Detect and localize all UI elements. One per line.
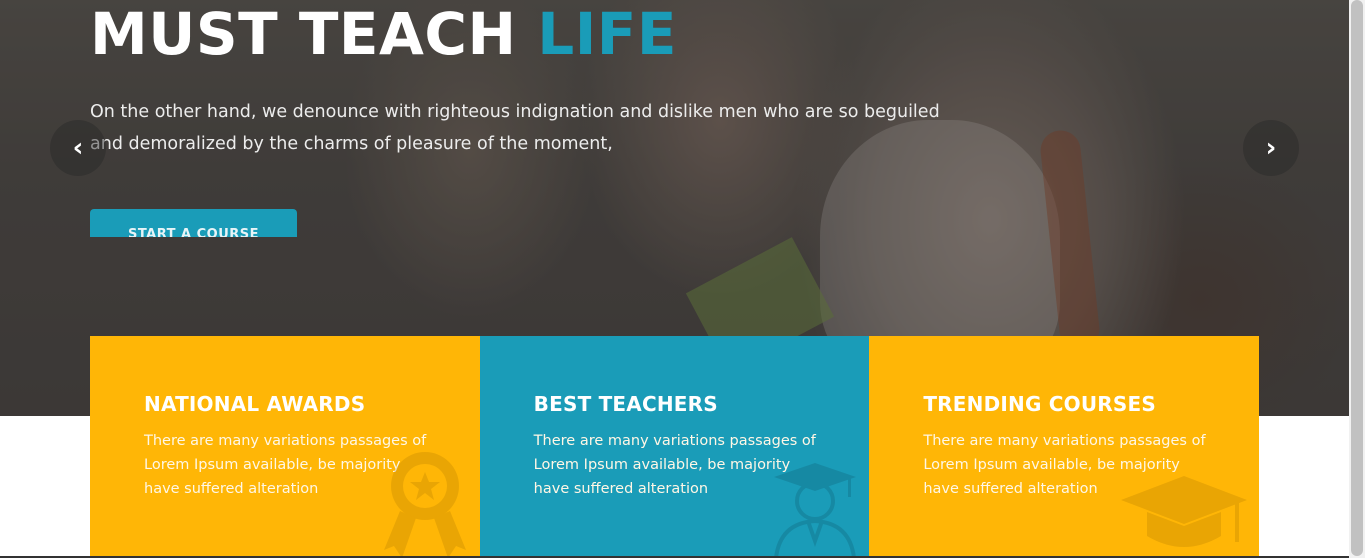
graduation-cap-icon (1121, 476, 1248, 547)
hero-title-main: MUST TEACH (90, 0, 517, 68)
feature-cards: NATIONAL AWARDS There are many variation… (90, 336, 1260, 558)
scrollbar-thumb[interactable] (1351, 0, 1363, 556)
feature-title: NATIONAL AWARDS (144, 392, 366, 416)
start-course-button[interactable]: START A COURSE (90, 209, 297, 237)
feature-title: TRENDING COURSES (923, 392, 1156, 416)
chevron-left-icon: ‹ (72, 133, 84, 163)
slider-next-button[interactable]: › (1243, 120, 1299, 176)
teacher-icon (773, 463, 856, 558)
feature-card-best-teachers: BEST TEACHERS There are many variations … (479, 336, 870, 558)
slider-prev-button[interactable]: ‹ (50, 120, 106, 176)
chevron-right-icon: › (1265, 133, 1277, 163)
hero-title-accent: LIFE (537, 0, 678, 68)
hero-subtitle: On the other hand, we denounce with righ… (90, 102, 940, 154)
feature-title: BEST TEACHERS (533, 392, 718, 416)
hero-title: MUST TEACH LIFE (90, 0, 677, 68)
start-course-label: START A COURSE (127, 227, 260, 237)
feature-card-trending-courses: TRENDING COURSES There are many variatio… (869, 336, 1260, 558)
feature-card-national-awards: NATIONAL AWARDS There are many variation… (90, 336, 480, 558)
award-icon (384, 452, 466, 558)
